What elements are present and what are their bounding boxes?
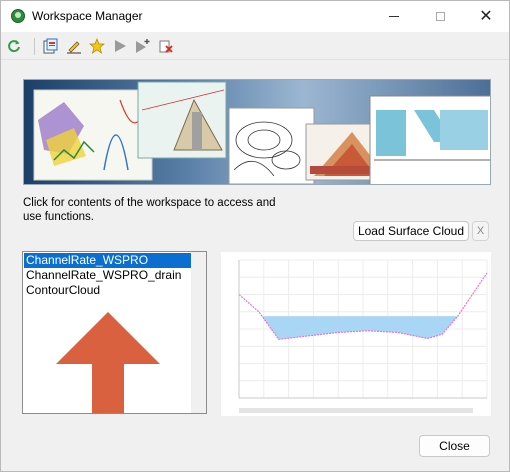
minimize-icon xyxy=(389,16,399,17)
workspace-list[interactable]: ChannelRate_WSPRO ChannelRate_WSPRO_drai… xyxy=(22,251,207,414)
chart-scrollbar xyxy=(239,408,473,413)
play-icon xyxy=(115,40,126,52)
close-window-button[interactable]: ✕ xyxy=(463,1,509,32)
delete-button[interactable] xyxy=(157,37,175,55)
profile-chart xyxy=(221,252,491,416)
close-icon: ✕ xyxy=(479,7,493,25)
play-add-icon xyxy=(136,39,150,53)
instruction-text: Click for contents of the workspace to a… xyxy=(23,197,276,223)
delete-icon xyxy=(159,40,173,53)
toolbar-separator xyxy=(34,38,35,55)
play-button[interactable] xyxy=(111,37,129,55)
window-title: Workspace Manager xyxy=(32,9,143,23)
open-workspace-icon xyxy=(43,38,58,54)
arrow-up-icon xyxy=(56,312,160,413)
maximize-icon xyxy=(435,12,445,21)
workspace-banner-image xyxy=(23,79,491,185)
open-workspace-button[interactable] xyxy=(42,37,60,55)
list-item[interactable]: ChannelRate_WSPRO_drain xyxy=(24,268,191,283)
favorite-button[interactable] xyxy=(88,37,106,55)
maximize-button xyxy=(417,1,463,32)
toolbar xyxy=(1,32,509,60)
minimize-button[interactable] xyxy=(371,1,417,32)
clear-button[interactable]: X xyxy=(472,221,489,241)
favorite-star-icon xyxy=(89,38,105,54)
play-add-button[interactable] xyxy=(134,37,152,55)
load-surface-cloud-button[interactable]: Load Surface Cloud xyxy=(353,221,469,241)
list-scrollbar[interactable] xyxy=(191,252,206,413)
close-button[interactable]: Close xyxy=(419,435,490,457)
workspace-manager-window: Workspace Manager ✕ Click for contents o… xyxy=(0,0,510,472)
app-globe-icon xyxy=(11,9,25,23)
list-item[interactable]: ContourCloud xyxy=(24,283,191,298)
edit-button[interactable] xyxy=(65,37,83,55)
list-item[interactable]: ChannelRate_WSPRO xyxy=(24,253,191,268)
refresh-button[interactable] xyxy=(5,37,23,55)
title-bar: Workspace Manager ✕ xyxy=(1,1,509,32)
refresh-icon xyxy=(8,40,20,53)
edit-icon xyxy=(67,41,81,54)
